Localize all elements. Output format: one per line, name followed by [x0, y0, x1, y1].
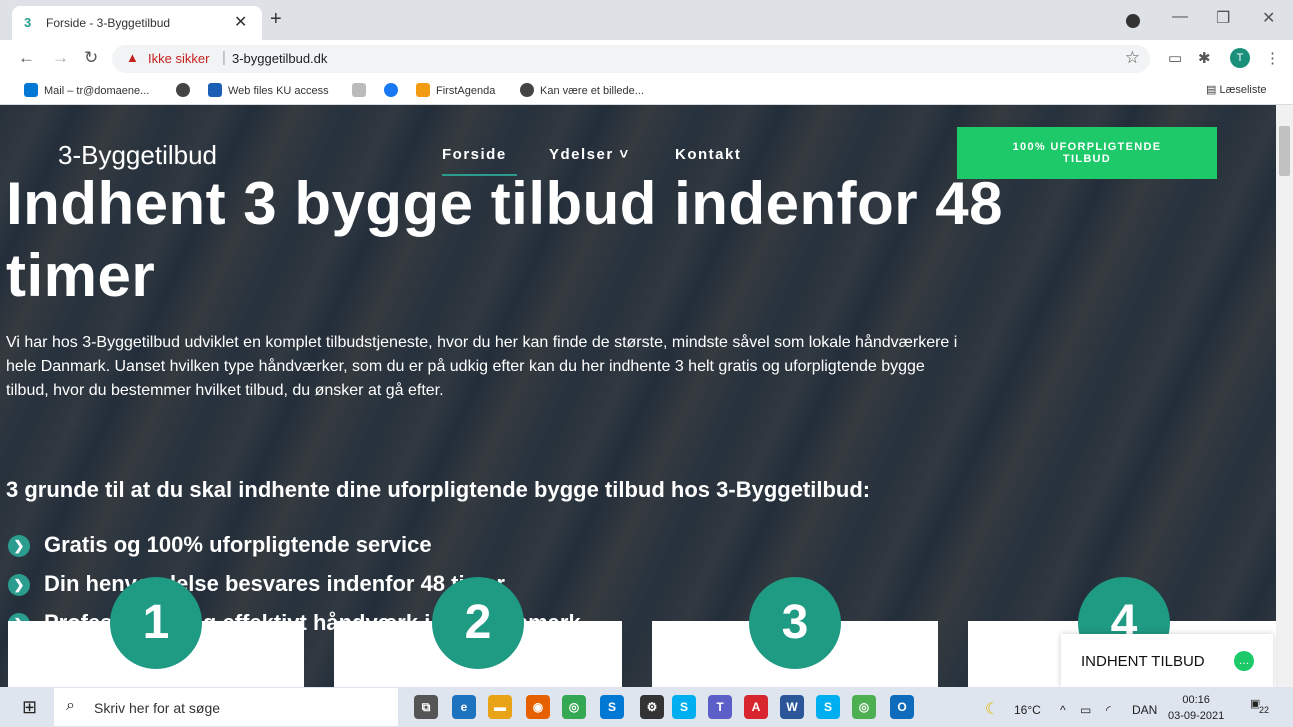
outlook-icon: [24, 83, 38, 97]
chat-label: INDHENT TILBUD: [1081, 653, 1205, 670]
chevron-right-icon: ❯: [8, 535, 30, 557]
windows-start-icon[interactable]: ⊞: [22, 697, 37, 718]
forward-icon[interactable]: →: [52, 48, 69, 68]
bookmark-label: Kan være et billede...: [540, 85, 644, 97]
bookmark-misc[interactable]: [352, 83, 372, 97]
notifications-icon[interactable]: ▣ 22: [1250, 697, 1274, 717]
profile-menu-icon[interactable]: [1126, 14, 1140, 28]
warning-icon: ▲: [126, 50, 139, 65]
taskbar-search[interactable]: ⌕ Skriv her for at søge: [54, 688, 398, 726]
reason-item: ❯ Din henvendelse besvares indenfor 48 ti…: [8, 571, 505, 597]
bookmark-label: Mail – tr@domaene...: [44, 85, 150, 97]
clock[interactable]: 00:16 03-09-2021: [1168, 692, 1224, 724]
ku-icon: [208, 83, 222, 97]
nav-kontakt[interactable]: Kontakt: [675, 146, 741, 163]
bookmark-label: FirstAgenda: [436, 85, 496, 97]
taskbar-app-teams-icon[interactable]: T: [708, 695, 732, 719]
reasons-title: 3 grunde til at du skal indhente dine uf…: [6, 477, 871, 502]
address-bar[interactable]: ▲ Ikke sikker | 3-byggetilbud.dk ☆: [112, 45, 1150, 73]
temperature[interactable]: 16°C: [1014, 703, 1041, 717]
reason-text: Din henvendelse besvares indenfor 48 tim…: [44, 571, 505, 596]
bookmark-mail[interactable]: Mail – tr@domaene...: [24, 83, 149, 97]
chevron-right-icon: ❯: [8, 574, 30, 596]
security-label[interactable]: Ikke sikker: [148, 51, 209, 66]
reading-list-icon: ▤: [1206, 84, 1220, 96]
bookmark-firstagenda[interactable]: FirstAgenda: [416, 83, 495, 97]
taskbar-app-settings-icon[interactable]: ⚙: [640, 695, 664, 719]
battery-icon[interactable]: ▭: [1080, 703, 1091, 717]
reload-icon[interactable]: ↻: [84, 48, 98, 68]
taskbar-app-chrome-icon[interactable]: ◎: [562, 695, 586, 719]
site-logo[interactable]: 3-Byggetilbud: [58, 140, 217, 171]
taskbar-app-word-icon[interactable]: W: [780, 695, 804, 719]
firstagenda-icon: [416, 83, 430, 97]
tab-title: Forside - 3-Byggetilbud: [46, 16, 171, 30]
taskbar-app-chrome-alt-icon[interactable]: ◎: [852, 695, 876, 719]
extensions-icon[interactable]: ✱: [1198, 49, 1211, 67]
globe-icon: [520, 83, 534, 97]
browser-tab[interactable]: 3 Forside - 3-Byggetilbud ✕: [12, 6, 262, 40]
taskbar-app-edge-icon[interactable]: e: [452, 695, 476, 719]
taskbar-app-skype-alt-icon[interactable]: S: [672, 695, 696, 719]
bookmark-star-icon[interactable]: ☆: [1125, 48, 1140, 68]
reading-list-label: Læseliste: [1219, 84, 1267, 96]
wifi-icon[interactable]: ◜: [1106, 703, 1111, 717]
close-window-icon[interactable]: ✕: [1262, 8, 1275, 28]
taskbar-app-explorer-icon[interactable]: ▬: [488, 695, 512, 719]
avatar[interactable]: T: [1230, 48, 1250, 68]
more-menu-icon[interactable]: ⋮: [1265, 49, 1280, 67]
bookmark-image-icon: [352, 83, 366, 97]
new-tab-button[interactable]: +: [270, 8, 282, 31]
hero-title: Indhent 3 bygge tilbud indenfor 48 timer: [6, 170, 1004, 309]
restore-icon[interactable]: ❐: [1216, 8, 1230, 28]
scrollbar[interactable]: [1276, 105, 1293, 687]
url-text[interactable]: 3-byggetilbud.dk: [232, 51, 327, 66]
search-icon: ⌕: [66, 697, 75, 714]
bookmark-ku[interactable]: Web files KU access: [208, 83, 329, 97]
close-tab-icon[interactable]: ✕: [234, 12, 247, 32]
minimize-icon[interactable]: —: [1172, 8, 1188, 26]
clock-time: 00:16: [1182, 694, 1210, 706]
taskbar-app-skype-business-icon[interactable]: S: [600, 695, 624, 719]
taskbar-app-outlook-icon[interactable]: O: [890, 695, 914, 719]
step-number: 1: [110, 577, 202, 669]
taskbar-app-skype-icon[interactable]: S: [816, 695, 840, 719]
reason-text: Gratis og 100% uforpligtende service: [44, 532, 432, 557]
site-favicon-icon: 3: [24, 15, 32, 30]
address-separator: |: [222, 49, 226, 66]
reason-item: ❯ Gratis og 100% uforpligtende service: [8, 532, 432, 558]
reading-mode-icon[interactable]: ▭: [1168, 49, 1182, 67]
bookmark-label: Web files KU access: [228, 85, 329, 97]
bookmark-globe[interactable]: [176, 83, 196, 97]
tray-chevron-icon[interactable]: ^: [1060, 703, 1066, 717]
globe-icon: [176, 83, 190, 97]
taskbar-app-firefox-icon[interactable]: ◉: [526, 695, 550, 719]
step-number: 2: [432, 577, 524, 669]
language-indicator[interactable]: DAN: [1132, 703, 1157, 717]
notification-count: 22: [1259, 705, 1270, 715]
bookmark-image[interactable]: Kan være et billede...: [520, 83, 644, 97]
weather-icon[interactable]: ☾: [985, 699, 999, 719]
step-number: 3: [749, 577, 841, 669]
back-icon[interactable]: ←: [18, 48, 35, 68]
reading-list[interactable]: ▤ Læseliste: [1206, 83, 1267, 96]
clock-date: 03-09-2021: [1168, 710, 1225, 722]
taskbar-app-acrobat-icon[interactable]: A: [744, 695, 768, 719]
intro-text: Vi har hos 3-Byggetilbud udviklet en kom…: [6, 334, 958, 399]
chat-bubble-icon: …: [1234, 651, 1254, 671]
nav-forside[interactable]: Forside: [442, 146, 507, 163]
taskbar-app-task-view-icon[interactable]: ⧉: [414, 695, 438, 719]
nav-ydelser[interactable]: Ydelser ˅: [549, 146, 630, 163]
chat-widget[interactable]: INDHENT TILBUD …: [1061, 634, 1273, 687]
search-placeholder: Skriv her for at søge: [94, 700, 221, 716]
facebook-icon: [384, 83, 398, 97]
scrollbar-thumb[interactable]: [1279, 126, 1290, 176]
bookmark-facebook[interactable]: [384, 83, 404, 97]
